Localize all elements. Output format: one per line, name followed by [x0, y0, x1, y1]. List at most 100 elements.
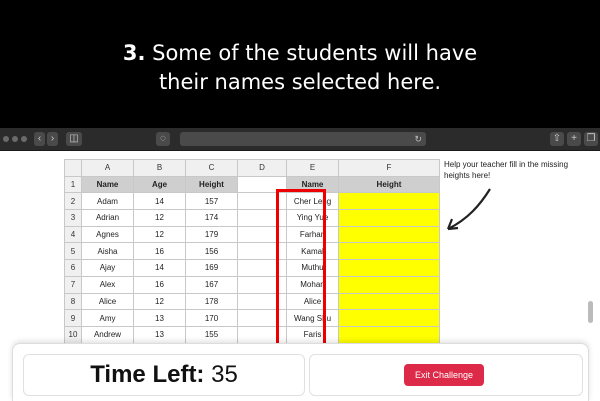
new-tab-button[interactable]: + [567, 132, 581, 146]
row-header[interactable]: 7 [64, 275, 82, 294]
name-cell[interactable]: Alice [81, 292, 134, 311]
height-cell[interactable]: 167 [185, 275, 238, 294]
missing-height-header-cell[interactable]: Height [338, 175, 440, 194]
missing-height-cell[interactable] [338, 192, 440, 211]
shield-icon: ◌ [160, 133, 166, 144]
window-control-zoom[interactable] [21, 136, 27, 142]
height-cell[interactable]: 156 [185, 242, 238, 261]
height-cell[interactable]: 169 [185, 259, 238, 277]
height-cell[interactable]: 179 [185, 225, 238, 244]
corner-cell[interactable] [64, 159, 82, 177]
vertical-scrollbar[interactable] [588, 301, 593, 323]
age-cell[interactable]: 12 [133, 225, 186, 244]
table-row: 5 Aisha 16 156 Kamal [64, 242, 440, 261]
age-cell[interactable]: 12 [133, 209, 186, 227]
spreadsheet-grid: A B C D E F 1 Name Age Height Name Heigh… [64, 159, 440, 344]
time-left-label: Time Left: [90, 361, 205, 388]
table-row: 6 Ajay 14 169 Muthu [64, 259, 440, 277]
table-row: 3 Adrian 12 174 Ying Yue [64, 209, 440, 227]
table-row: 8 Alice 12 178 Alice [64, 292, 440, 311]
instruction-text-1: Some of the students will have [152, 41, 478, 65]
missing-height-cell[interactable] [338, 309, 440, 327]
missing-height-cell[interactable] [338, 325, 440, 344]
plus-icon: + [571, 133, 577, 144]
time-left-value: 35 [211, 361, 238, 388]
column-header-c[interactable]: C [185, 159, 238, 177]
browser-toolbar: ‹ › ◫ ◌ ↻ ⇧ + ❐ [0, 128, 600, 151]
reload-icon[interactable]: ↻ [414, 132, 422, 146]
back-button[interactable]: ‹ [34, 132, 45, 146]
height-cell[interactable]: 155 [185, 325, 238, 344]
exit-panel: Exit Challenge [309, 354, 583, 396]
column-header-f[interactable]: F [338, 159, 440, 177]
name-header-cell[interactable]: Name [81, 175, 134, 194]
missing-height-cell[interactable] [338, 259, 440, 277]
age-cell[interactable]: 13 [133, 309, 186, 327]
tabs-icon: ❐ [586, 133, 596, 144]
chevron-right-icon: › [50, 133, 55, 144]
row-header[interactable]: 5 [64, 242, 82, 261]
tab-overview-button[interactable]: ❐ [584, 132, 598, 146]
table-row: 7 Alex 16 167 Mohan [64, 275, 440, 294]
chevron-left-icon: ‹ [37, 133, 42, 144]
name-cell[interactable]: Agnes [81, 225, 134, 244]
challenge-panel: Time Left: 35 Exit Challenge [12, 343, 589, 401]
missing-height-cell[interactable] [338, 209, 440, 227]
row-header[interactable]: 8 [64, 292, 82, 311]
share-button[interactable]: ⇧ [550, 132, 564, 146]
missing-height-cell[interactable] [338, 275, 440, 294]
forward-button[interactable]: › [47, 132, 58, 146]
table-row: 2 Adam 14 157 Cher Leng [64, 192, 440, 211]
exit-challenge-button[interactable]: Exit Challenge [404, 364, 484, 386]
age-cell[interactable]: 13 [133, 325, 186, 344]
missing-height-cell[interactable] [338, 225, 440, 244]
timer-box: Time Left: 35 [23, 354, 305, 396]
missing-height-cell[interactable] [338, 292, 440, 311]
column-header-d[interactable]: D [237, 159, 287, 177]
row-header[interactable]: 2 [64, 192, 82, 211]
name-cell[interactable]: Alex [81, 275, 134, 294]
column-header-row: A B C D E F [64, 159, 440, 177]
instruction-line-2: their names selected here. [158, 70, 442, 94]
name-cell[interactable]: Andrew [81, 325, 134, 344]
table-row: 10 Andrew 13 155 Faris [64, 325, 440, 344]
sidebar-button[interactable]: ◫ [66, 132, 82, 146]
row-header[interactable]: 6 [64, 259, 82, 277]
column-header-a[interactable]: A [81, 159, 134, 177]
address-bar[interactable]: ↻ [180, 132, 426, 146]
name-cell[interactable]: Aisha [81, 242, 134, 261]
row-header[interactable]: 9 [64, 309, 82, 327]
height-cell[interactable]: 174 [185, 209, 238, 227]
age-header-cell[interactable]: Age [133, 175, 186, 194]
name-cell[interactable]: Amy [81, 309, 134, 327]
height-cell[interactable]: 170 [185, 309, 238, 327]
missing-height-cell[interactable] [338, 242, 440, 261]
name-cell[interactable]: Adam [81, 192, 134, 211]
name-cell[interactable]: Ajay [81, 259, 134, 277]
row-header[interactable]: 10 [64, 325, 82, 344]
age-cell[interactable]: 16 [133, 275, 186, 294]
privacy-button[interactable]: ◌ [156, 132, 170, 146]
age-cell[interactable]: 16 [133, 242, 186, 261]
age-cell[interactable]: 14 [133, 259, 186, 277]
share-icon: ⇧ [552, 133, 562, 144]
help-note: Help your teacher fill in the missing he… [444, 160, 569, 180]
row-header[interactable]: 3 [64, 209, 82, 227]
height-cell[interactable]: 178 [185, 292, 238, 311]
column-header-e[interactable]: E [286, 159, 339, 177]
age-cell[interactable]: 14 [133, 192, 186, 211]
row-header[interactable]: 4 [64, 225, 82, 244]
table-row: 1 Name Age Height Name Height [64, 175, 440, 194]
instruction-banner: 3. Some of the students will have their … [0, 0, 600, 128]
row-header[interactable]: 1 [64, 175, 82, 194]
column-header-b[interactable]: B [133, 159, 186, 177]
age-cell[interactable]: 12 [133, 292, 186, 311]
selection-highlight-box [276, 189, 326, 346]
height-header-cell[interactable]: Height [185, 175, 238, 194]
window-control-minimize[interactable] [12, 136, 18, 142]
name-cell[interactable]: Adrian [81, 209, 134, 227]
height-cell[interactable]: 157 [185, 192, 238, 211]
table-row: 4 Agnes 12 179 Farhan [64, 225, 440, 244]
window-control-close[interactable] [3, 136, 9, 142]
arrow-icon [446, 188, 491, 231]
